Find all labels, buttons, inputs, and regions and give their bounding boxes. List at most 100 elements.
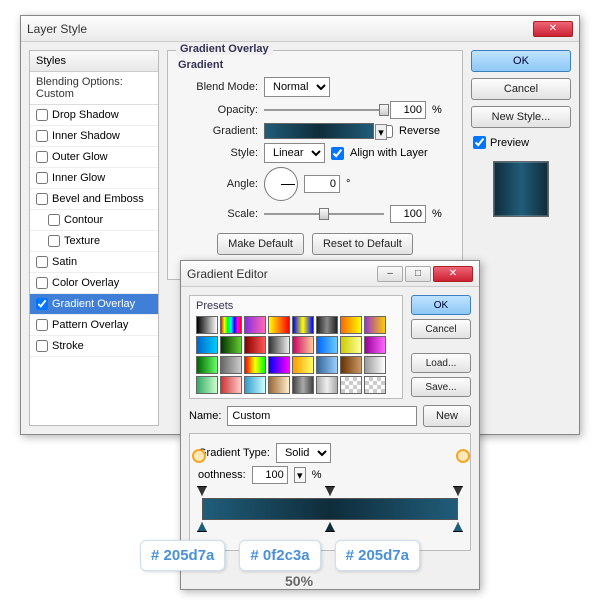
preset-swatch[interactable] (244, 376, 266, 394)
opacity-input[interactable] (390, 101, 426, 119)
ge-save-button[interactable]: Save... (411, 377, 471, 397)
opacity-stop[interactable] (197, 486, 207, 496)
style-checkbox[interactable] (36, 193, 48, 205)
preset-swatch[interactable] (364, 336, 386, 354)
style-label: Bevel and Emboss (52, 193, 144, 205)
gradient-type-select[interactable]: Solid (276, 443, 331, 463)
color-stop[interactable] (197, 522, 207, 532)
ge-load-button[interactable]: Load... (411, 353, 471, 373)
preset-swatch[interactable] (220, 376, 242, 394)
preset-swatch[interactable] (340, 316, 362, 334)
style-item-drop-shadow[interactable]: Drop Shadow (30, 105, 158, 126)
style-checkbox[interactable] (36, 256, 48, 268)
preset-swatch[interactable] (316, 316, 338, 334)
opacity-stop[interactable] (325, 486, 335, 496)
preview-checkbox[interactable] (473, 136, 486, 149)
chevron-down-icon[interactable]: ▾ (294, 467, 306, 483)
close-icon[interactable]: ✕ (533, 21, 573, 37)
style-checkbox[interactable] (36, 340, 48, 352)
style-checkbox[interactable] (36, 172, 48, 184)
preset-swatch[interactable] (340, 376, 362, 394)
preset-swatch[interactable] (196, 336, 218, 354)
preset-swatch[interactable] (364, 376, 386, 394)
style-checkbox[interactable] (36, 277, 48, 289)
preset-swatch[interactable] (316, 336, 338, 354)
preset-swatch[interactable] (340, 336, 362, 354)
preset-swatch[interactable] (316, 376, 338, 394)
preset-swatch[interactable] (292, 336, 314, 354)
style-label: Drop Shadow (52, 109, 119, 121)
preset-swatch[interactable] (268, 336, 290, 354)
styles-header[interactable]: Styles (30, 51, 158, 72)
blending-options[interactable]: Blending Options: Custom (30, 72, 158, 105)
cancel-button[interactable]: Cancel (471, 78, 571, 100)
preset-swatch[interactable] (220, 356, 242, 374)
color-stop[interactable] (453, 522, 463, 532)
make-default-button[interactable]: Make Default (217, 233, 304, 255)
maximize-icon[interactable]: □ (405, 266, 431, 282)
style-item-stroke[interactable]: Stroke (30, 336, 158, 357)
ge-name-input[interactable] (227, 406, 417, 426)
blend-mode-select[interactable]: Normal (264, 77, 330, 97)
gradient-subtitle: Gradient (178, 59, 452, 71)
style-item-outer-glow[interactable]: Outer Glow (30, 147, 158, 168)
reset-default-button[interactable]: Reset to Default (312, 233, 413, 255)
preset-swatch[interactable] (244, 336, 266, 354)
ok-button[interactable]: OK (471, 50, 571, 72)
opacity-stop[interactable] (453, 486, 463, 496)
gradient-type-group: Gradient Type: Solid oothness: ▾ % (189, 433, 471, 551)
style-checkbox[interactable] (48, 214, 60, 226)
style-checkbox[interactable] (36, 298, 48, 310)
preset-swatch[interactable] (244, 356, 266, 374)
align-checkbox[interactable] (331, 147, 344, 160)
preset-swatch[interactable] (364, 356, 386, 374)
preset-swatch[interactable] (268, 356, 290, 374)
style-checkbox[interactable] (36, 151, 48, 163)
ge-new-button[interactable]: New (423, 405, 471, 427)
ge-close-icon[interactable]: ✕ (433, 266, 473, 282)
color-stop[interactable] (325, 522, 335, 532)
style-item-pattern-overlay[interactable]: Pattern Overlay (30, 315, 158, 336)
preset-swatch[interactable] (220, 336, 242, 354)
preset-swatch[interactable] (220, 316, 242, 334)
style-item-bevel-and-emboss[interactable]: Bevel and Emboss (30, 189, 158, 210)
preset-swatch[interactable] (340, 356, 362, 374)
smoothness-input[interactable] (252, 466, 288, 484)
style-checkbox[interactable] (36, 109, 48, 121)
style-item-texture[interactable]: Texture (30, 231, 158, 252)
minimize-icon[interactable]: – (377, 266, 403, 282)
style-item-satin[interactable]: Satin (30, 252, 158, 273)
preset-swatch[interactable] (268, 316, 290, 334)
chevron-down-icon[interactable]: ▾ (375, 124, 387, 140)
gradient-preview[interactable]: ▾ (264, 123, 374, 139)
ge-ok-button[interactable]: OK (411, 295, 471, 315)
style-item-inner-shadow[interactable]: Inner Shadow (30, 126, 158, 147)
angle-input[interactable] (304, 175, 340, 193)
preset-swatch[interactable] (196, 376, 218, 394)
style-item-inner-glow[interactable]: Inner Glow (30, 168, 158, 189)
preset-swatch[interactable] (196, 356, 218, 374)
preset-swatch[interactable] (292, 376, 314, 394)
gradient-bar[interactable] (202, 498, 458, 520)
style-label: Inner Shadow (52, 130, 120, 142)
opacity-slider[interactable] (264, 103, 384, 117)
style-checkbox[interactable] (36, 130, 48, 142)
preset-swatch[interactable] (292, 356, 314, 374)
preset-swatch[interactable] (244, 316, 266, 334)
style-item-contour[interactable]: Contour (30, 210, 158, 231)
scale-slider[interactable] (264, 207, 384, 221)
style-select[interactable]: Linear (264, 143, 325, 163)
style-checkbox[interactable] (48, 235, 60, 247)
preset-swatch[interactable] (196, 316, 218, 334)
preset-swatch[interactable] (292, 316, 314, 334)
new-style-button[interactable]: New Style... (471, 106, 571, 128)
preset-swatch[interactable] (316, 356, 338, 374)
style-checkbox[interactable] (36, 319, 48, 331)
preset-swatch[interactable] (364, 316, 386, 334)
style-item-gradient-overlay[interactable]: Gradient Overlay (30, 294, 158, 315)
style-item-color-overlay[interactable]: Color Overlay (30, 273, 158, 294)
scale-input[interactable] (390, 205, 426, 223)
angle-dial[interactable] (264, 167, 298, 201)
preset-swatch[interactable] (268, 376, 290, 394)
ge-cancel-button[interactable]: Cancel (411, 319, 471, 339)
